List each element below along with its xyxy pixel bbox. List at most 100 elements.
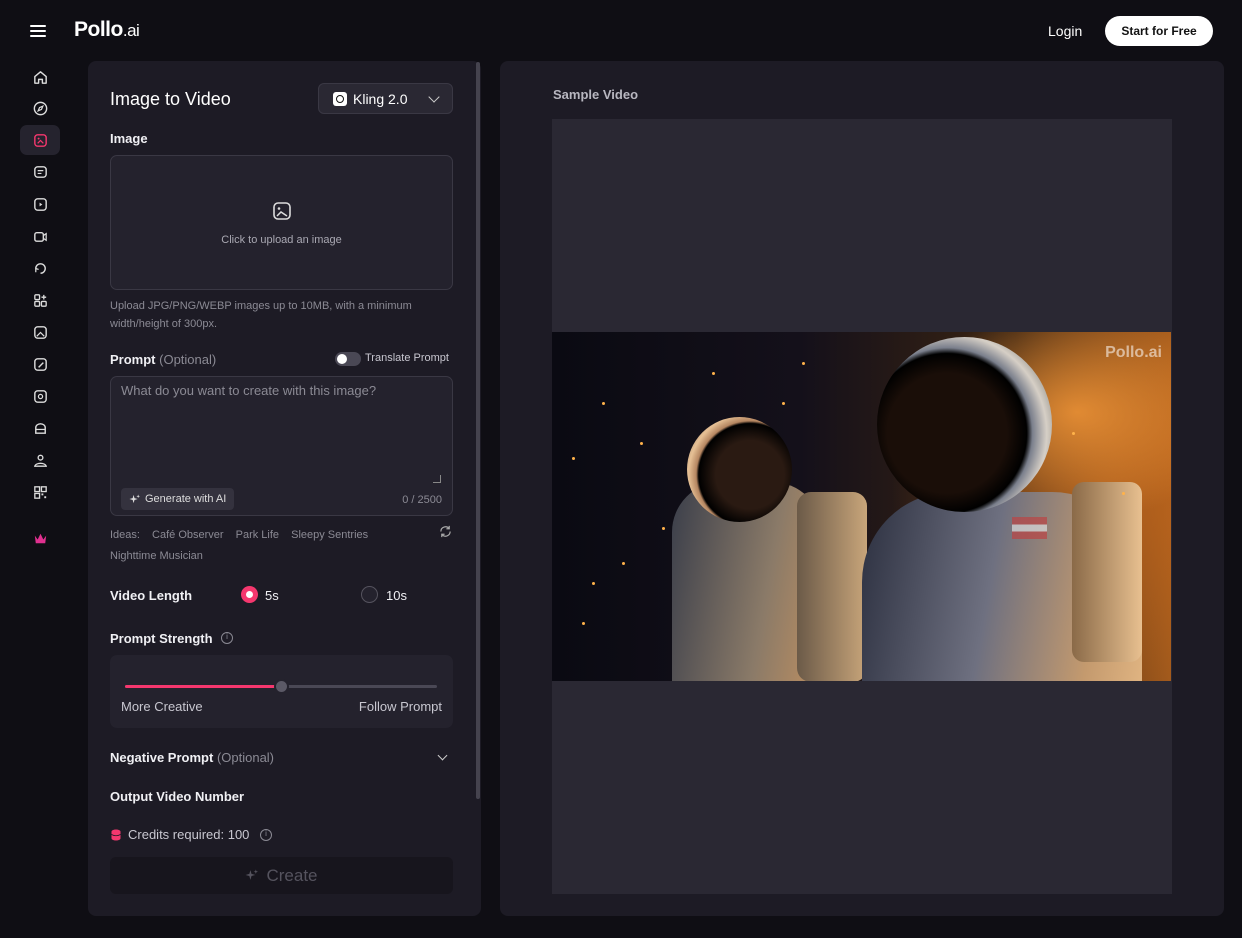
output-video-number-label: Output Video Number <box>110 789 245 804</box>
ember <box>1072 432 1075 435</box>
length-10s-radio[interactable] <box>361 586 378 603</box>
refresh-video-icon <box>34 262 46 274</box>
refresh-ideas-icon[interactable] <box>439 525 452 538</box>
sample-video-label: Sample Video <box>553 87 639 102</box>
coins-icon <box>111 829 121 840</box>
sample-video-frame[interactable] <box>552 332 1171 681</box>
sidebar-item-cake[interactable] <box>20 413 60 443</box>
idea-chip[interactable]: Café Observer <box>152 529 224 541</box>
idea-chip[interactable]: Park Life <box>236 529 279 541</box>
logo-main: Pollo <box>74 18 123 41</box>
length-10s-label: 10s <box>386 588 407 603</box>
astronaut-front-helmet <box>877 337 1052 512</box>
video-to-video-icon <box>33 197 47 211</box>
model-select-value: Kling 2.0 <box>353 90 408 107</box>
ember <box>802 362 805 365</box>
model-select[interactable]: Kling 2.0 <box>318 83 453 114</box>
sidebar-item-image-to-video[interactable] <box>20 125 60 155</box>
strength-max-label: Follow Prompt <box>358 699 442 714</box>
cake-icon <box>34 422 46 434</box>
apps-grid-icon <box>33 293 47 307</box>
prompt-input[interactable] <box>121 383 441 473</box>
sidebar-item-image-edit[interactable] <box>20 349 60 379</box>
image-to-video-icon <box>33 133 47 147</box>
negative-prompt-label: Negative Prompt <box>110 750 214 765</box>
credits-required: Credits required: 100 <box>111 827 249 842</box>
text-to-video-icon <box>33 165 47 178</box>
ember <box>592 582 595 585</box>
video-watermark: Pollo.ai <box>1105 344 1162 361</box>
login-link[interactable]: Login <box>1048 23 1082 39</box>
astronaut-back-pack <box>797 492 867 681</box>
prompt-box: Generate with AI 0 / 2500 <box>110 376 453 516</box>
sparkle-icon <box>246 869 259 880</box>
upload-image-icon <box>273 202 291 220</box>
ideas-list: Ideas: Café Observer Park Life Sleepy Se… <box>110 525 430 567</box>
top-header: Pollo.ai Login Start for Free <box>0 0 1242 62</box>
ember <box>572 457 575 460</box>
sidebar-item-image-ai[interactable] <box>20 317 60 347</box>
credits-info-icon[interactable] <box>260 829 272 841</box>
generate-with-ai-button[interactable]: Generate with AI <box>121 488 235 510</box>
start-for-free-button[interactable]: Start for Free <box>1105 16 1213 46</box>
image-edit-icon <box>33 357 47 371</box>
info-icon[interactable] <box>221 632 233 644</box>
sidebar-item-avatar[interactable] <box>20 445 60 475</box>
translate-prompt-toggle[interactable] <box>335 352 361 366</box>
prompt-label-text: Prompt <box>110 352 156 367</box>
generate-with-ai-label: Generate with AI <box>145 493 227 505</box>
credits-text: Credits required: 100 <box>128 827 250 842</box>
sidebar-item-premium[interactable] <box>20 523 60 553</box>
video-camera-icon <box>33 231 47 242</box>
upload-hint: Upload JPG/PNG/WEBP images up to 10MB, w… <box>110 300 412 330</box>
sidebar-item-qr-code[interactable] <box>20 477 60 507</box>
sidebar-item-video-to-video[interactable] <box>20 189 60 219</box>
ember <box>640 442 643 445</box>
translate-prompt-label: Translate Prompt <box>365 352 449 364</box>
compass-icon <box>33 101 47 115</box>
sidebar-item-refresh-video[interactable] <box>20 253 60 283</box>
flag-patch <box>1012 517 1047 539</box>
astronaut-back-helmet <box>687 417 792 522</box>
image-upload-dropzone[interactable]: Click to upload an image <box>110 155 453 290</box>
prompt-optional: (Optional) <box>159 352 217 367</box>
image-effect-icon <box>33 389 47 403</box>
panel-scrollbar[interactable] <box>476 62 480 799</box>
sidebar-item-apps[interactable] <box>20 285 60 315</box>
avatar-icon <box>33 454 47 467</box>
logo-suffix: .ai <box>122 21 140 40</box>
ember <box>782 402 785 405</box>
ember <box>662 527 665 530</box>
logo[interactable]: Pollo.ai <box>74 18 140 42</box>
strength-slider-thumb[interactable] <box>273 679 289 694</box>
sidebar-item-home[interactable] <box>20 62 60 92</box>
create-button[interactable]: Create <box>110 857 453 894</box>
image-ai-icon <box>33 325 47 339</box>
ember <box>602 402 605 405</box>
prompt-strength-box: More Creative Follow Prompt <box>110 655 453 728</box>
sidebar-item-explore[interactable] <box>20 93 60 123</box>
ember <box>622 562 625 565</box>
length-5s-radio[interactable] <box>241 586 258 603</box>
video-length-label: Video Length <box>110 588 193 603</box>
page-title: Image to Video <box>110 89 231 109</box>
qr-code-icon <box>33 485 47 499</box>
sidebar-item-video-camera[interactable] <box>20 221 60 251</box>
resize-handle[interactable] <box>433 475 441 483</box>
ember <box>582 622 585 625</box>
crown-icon <box>34 533 46 543</box>
strength-min-label: More Creative <box>121 699 203 714</box>
menu-icon[interactable] <box>30 22 54 40</box>
ember <box>1122 492 1125 495</box>
sidebar-item-image-effect[interactable] <box>20 381 60 411</box>
create-label: Create <box>266 865 318 885</box>
ember <box>712 372 715 375</box>
idea-chip[interactable]: Sleepy Sentries <box>291 529 368 541</box>
ideas-label: Ideas: <box>110 529 140 541</box>
astronaut-front-pack <box>1072 482 1142 662</box>
negative-prompt-toggle[interactable]: Negative Prompt (Optional) <box>110 750 274 765</box>
character-counter: 0 / 2500 <box>402 494 442 506</box>
sidebar-item-text-to-video[interactable] <box>20 157 60 187</box>
home-icon <box>33 70 47 84</box>
idea-chip[interactable]: Nighttime Musician <box>110 550 203 562</box>
